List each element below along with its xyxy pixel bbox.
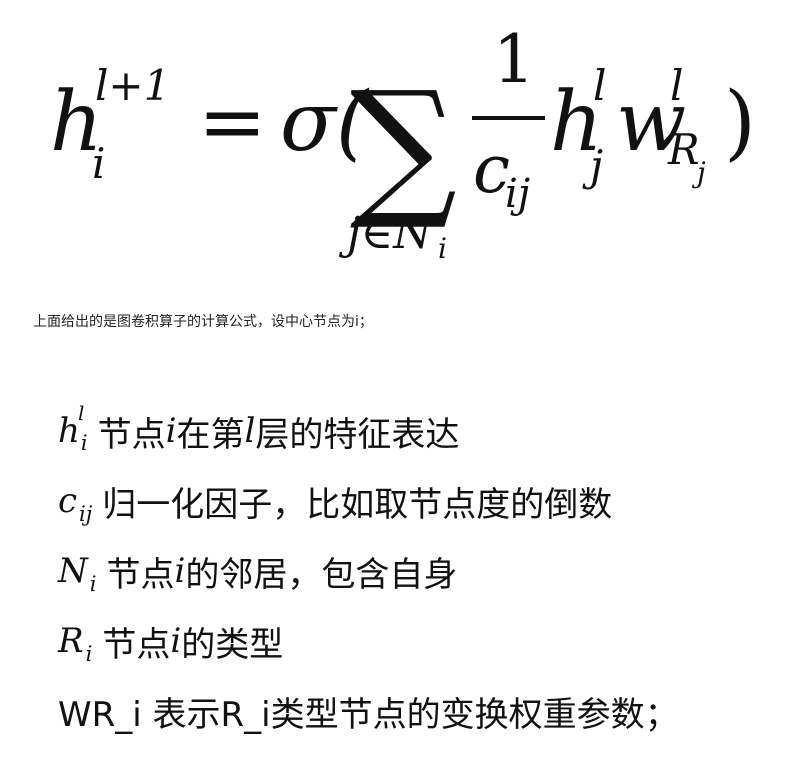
definition-wr: WR_i 表示R_i类型节点的变换权重参数； xyxy=(58,676,778,746)
definition-h-symbol: hi l xyxy=(58,401,88,455)
definition-n-text-1: 节点 xyxy=(106,554,175,595)
definition-c-symbol: cij xyxy=(58,481,92,526)
definition-r: Ri 节点 i 的类型 xyxy=(58,606,778,676)
definition-n-symbol-base: N xyxy=(58,551,88,591)
formula-frac-numerator: 1 xyxy=(493,21,535,98)
definition-h-text-3: 在第 xyxy=(176,414,245,455)
gcn-formula: h l+1 i = σ( ∑ j∈N i 1 c ij h l j w l R xyxy=(0,0,786,300)
definition-c: cij 归一化因子，比如取节点度的倒数 xyxy=(58,466,778,536)
definition-n-text-3: 的邻居，包含自身 xyxy=(185,554,458,595)
definition-r-symbol-base: R xyxy=(58,621,84,661)
definition-h-text-2: i xyxy=(165,411,177,451)
formula-h-sup: l xyxy=(593,61,606,110)
definition-c-text: 归一化因子，比如取节点度的倒数 xyxy=(102,484,613,525)
definition-r-symbol: Ri xyxy=(58,621,92,666)
page: h l+1 i = σ( ∑ j∈N i 1 c ij h l j w l R xyxy=(0,0,786,778)
definition-n-symbol: Ni xyxy=(58,551,96,596)
formula-equals: = xyxy=(198,75,267,170)
definition-h-text-1: 节点 xyxy=(97,414,166,455)
definition-r-symbol-sub: i xyxy=(85,642,93,666)
definition-h-symbol-base: h xyxy=(58,411,80,451)
definition-h-text-5: 层的特征表达 xyxy=(255,414,460,455)
formula-sum-subscript-i: i xyxy=(438,232,447,265)
formula-lhs-sup: l+1 xyxy=(95,61,170,110)
formula-w-sub: R xyxy=(667,125,700,174)
definition-h-text-4: l xyxy=(244,411,256,451)
formula-caption: 上面给出的是图卷积算子的计算公式，设中心节点为i； xyxy=(33,314,373,330)
formula-svg: h l+1 i = σ( ∑ j∈N i 1 c ij h l j w l R xyxy=(50,21,756,265)
definition-h-symbol-sup: l xyxy=(78,401,85,425)
definition-h: hi l 节点 i 在第 l 层的特征表达 xyxy=(58,396,778,466)
definition-c-symbol-sub: ij xyxy=(79,502,93,526)
definitions-list: hi l 节点 i 在第 l 层的特征表达 cij 归一化因子，比如取节点度的倒数 Ni … xyxy=(58,396,778,746)
definition-r-text-3: 的类型 xyxy=(181,624,284,665)
definition-r-text-2: i xyxy=(170,621,182,661)
definition-n-symbol-sub: i xyxy=(89,572,97,596)
formula-close-paren: ) xyxy=(724,75,756,170)
definition-n-text-2: i xyxy=(174,551,186,591)
definition-r-text-1: 节点 xyxy=(102,624,171,665)
definition-n: Ni 节点 i 的邻居，包含自身 xyxy=(58,536,778,606)
formula-sum-subscript: j∈N xyxy=(338,208,433,259)
definition-c-symbol-base: c xyxy=(58,481,78,521)
formula-w-sup: l xyxy=(670,61,683,110)
definition-h-symbol-sub: i xyxy=(80,431,88,455)
definition-wr-text: WR_i 表示R_i类型节点的变换权重参数； xyxy=(58,694,679,735)
formula-lhs-sub: i xyxy=(92,139,105,188)
formula-frac-denominator-sub: ij xyxy=(505,171,530,217)
